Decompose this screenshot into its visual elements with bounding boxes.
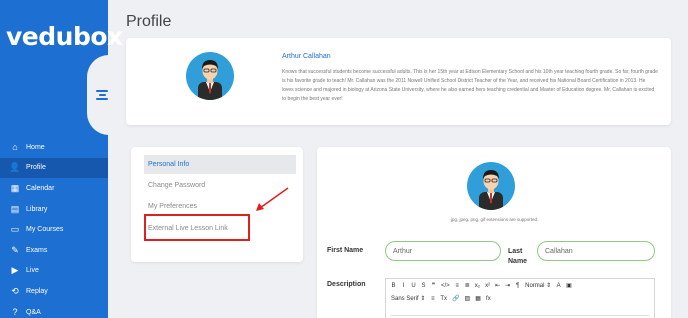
live-icon: ▶ (11, 265, 19, 276)
highlight-box (144, 214, 250, 241)
sidebar-item-label: Q&A (26, 308, 41, 316)
vedubox-logo[interactable]: vedubox (6, 22, 123, 51)
first-name-label: First Name (327, 247, 364, 254)
toolbar-button[interactable]: x₂ (475, 283, 480, 289)
home-icon: ⌂ (12, 142, 18, 153)
toolbar-button[interactable]: I (401, 283, 406, 289)
annotation-arrow-icon (256, 187, 289, 211)
personal-info-form: jpg, jpeg, png, gif extensions are suppo… (317, 147, 671, 318)
toolbar-button[interactable]: ▨ (465, 295, 471, 302)
sidebar-item-calendar[interactable]: ▦ Calendar (0, 178, 108, 199)
toolbar-button[interactable]: Sans Serif ⇕ (391, 295, 425, 302)
sidebar-item-exams[interactable]: ✎ Exams (0, 240, 108, 261)
toolbar-button[interactable]: Normal ⇕ (525, 282, 551, 289)
upload-avatar[interactable] (467, 162, 515, 210)
profile-avatar (186, 52, 234, 100)
toolbar-button[interactable]: ▦ (475, 295, 481, 302)
editor-toolbar-row-2: Sans Serif ⇕ ≡ Tx 🔗 ▨ ▦ fx (386, 292, 654, 305)
sidebar-item-label: Home (26, 143, 45, 151)
sidebar-item-profile[interactable]: 👤 Profile (0, 157, 108, 179)
toolbar-button[interactable]: ⇤ (495, 282, 500, 289)
sidebar-item-live[interactable]: ▶ Live (0, 261, 108, 282)
page-title: Profile (126, 13, 172, 30)
toolbar-button[interactable]: ▣ (566, 282, 572, 289)
profile-name: Arthur Callahan (282, 53, 331, 60)
sidebar-item-label: Replay (26, 287, 48, 295)
sidebar-item-label: My Courses (26, 226, 64, 234)
editor-toolbar-row-1: B I U S ❞ </> ≡ ≣ x₂ x² ⇤ ⇥ ¶ Normal ⇕ A ▣ (386, 279, 654, 292)
exams-icon: ✎ (11, 244, 19, 255)
toolbar-button[interactable]: Tx (440, 296, 447, 302)
toolbar-button[interactable]: ⇥ (505, 282, 510, 289)
toolbar-button[interactable]: ≡ (430, 296, 435, 302)
toolbar-button[interactable]: fx (486, 296, 491, 302)
menu-toggle-icon[interactable] (96, 88, 108, 102)
toolbar-button[interactable]: S (421, 283, 426, 289)
sidebar-item-my-courses[interactable]: ▭ My Courses (0, 219, 108, 240)
last-name-label: Last Name (508, 248, 528, 265)
sidebar: vedubox ⌂ Home 👤 Profile ▦ Calendar ▤ Library ▭ M… (0, 0, 123, 318)
toolbar-button[interactable]: 🔗 (452, 295, 459, 302)
toolbar-button[interactable]: ¶ (515, 283, 520, 289)
sidebar-item-label: Profile (26, 164, 46, 172)
description-label: Description (327, 281, 366, 288)
toolbar-button[interactable]: ≣ (465, 282, 470, 289)
toolbar-button[interactable]: x² (485, 283, 490, 289)
replay-icon: ⟲ (11, 285, 19, 296)
library-icon: ▤ (10, 203, 20, 214)
last-name-field[interactable]: Callahan (537, 241, 655, 261)
profile-card: Arthur Callahan Knows that successful st… (126, 38, 671, 125)
sidebar-item-library[interactable]: ▤ Library (0, 199, 108, 220)
courses-icon: ▭ (10, 224, 20, 235)
toolbar-button[interactable]: </> (441, 283, 450, 289)
toolbar-button[interactable]: U (411, 283, 416, 289)
sidebar-item-label: Live (26, 267, 39, 275)
toolbar-button[interactable]: A (556, 283, 561, 289)
user-icon: 👤 (9, 162, 21, 173)
sidebar-item-home[interactable]: ⌂ Home (0, 137, 108, 158)
editor-content[interactable] (391, 315, 649, 316)
menu-item-personal-info[interactable]: Personal Info (144, 155, 296, 174)
sidebar-item-q-a[interactable]: ? Q&A (0, 302, 108, 318)
sidebar-item-label: Exams (26, 246, 48, 254)
calendar-icon: ▦ (10, 182, 20, 193)
toolbar-button[interactable]: B (391, 283, 396, 289)
sidebar-item-label: Calendar (26, 184, 55, 192)
upload-hint: jpg, jpeg, png, gif extensions are suppo… (450, 217, 538, 222)
toolbar-button[interactable]: ❞ (431, 282, 436, 289)
help-icon: ? (12, 307, 18, 318)
first-name-field[interactable]: Arthur (385, 241, 501, 261)
toolbar-button[interactable]: ≡ (455, 283, 460, 289)
sidebar-nav: ⌂ Home 👤 Profile ▦ Calendar ▤ Library ▭ My Course… (0, 137, 108, 318)
description-editor[interactable]: B I U S ❞ </> ≡ ≣ x₂ x² ⇤ ⇥ ¶ Normal ⇕ A ▣ Sans Serif ⇕… (385, 278, 655, 318)
profile-bio: Knows that successful students become su… (282, 69, 658, 102)
sidebar-item-label: Library (26, 205, 48, 213)
sidebar-item-replay[interactable]: ⟲ Replay (0, 281, 108, 302)
